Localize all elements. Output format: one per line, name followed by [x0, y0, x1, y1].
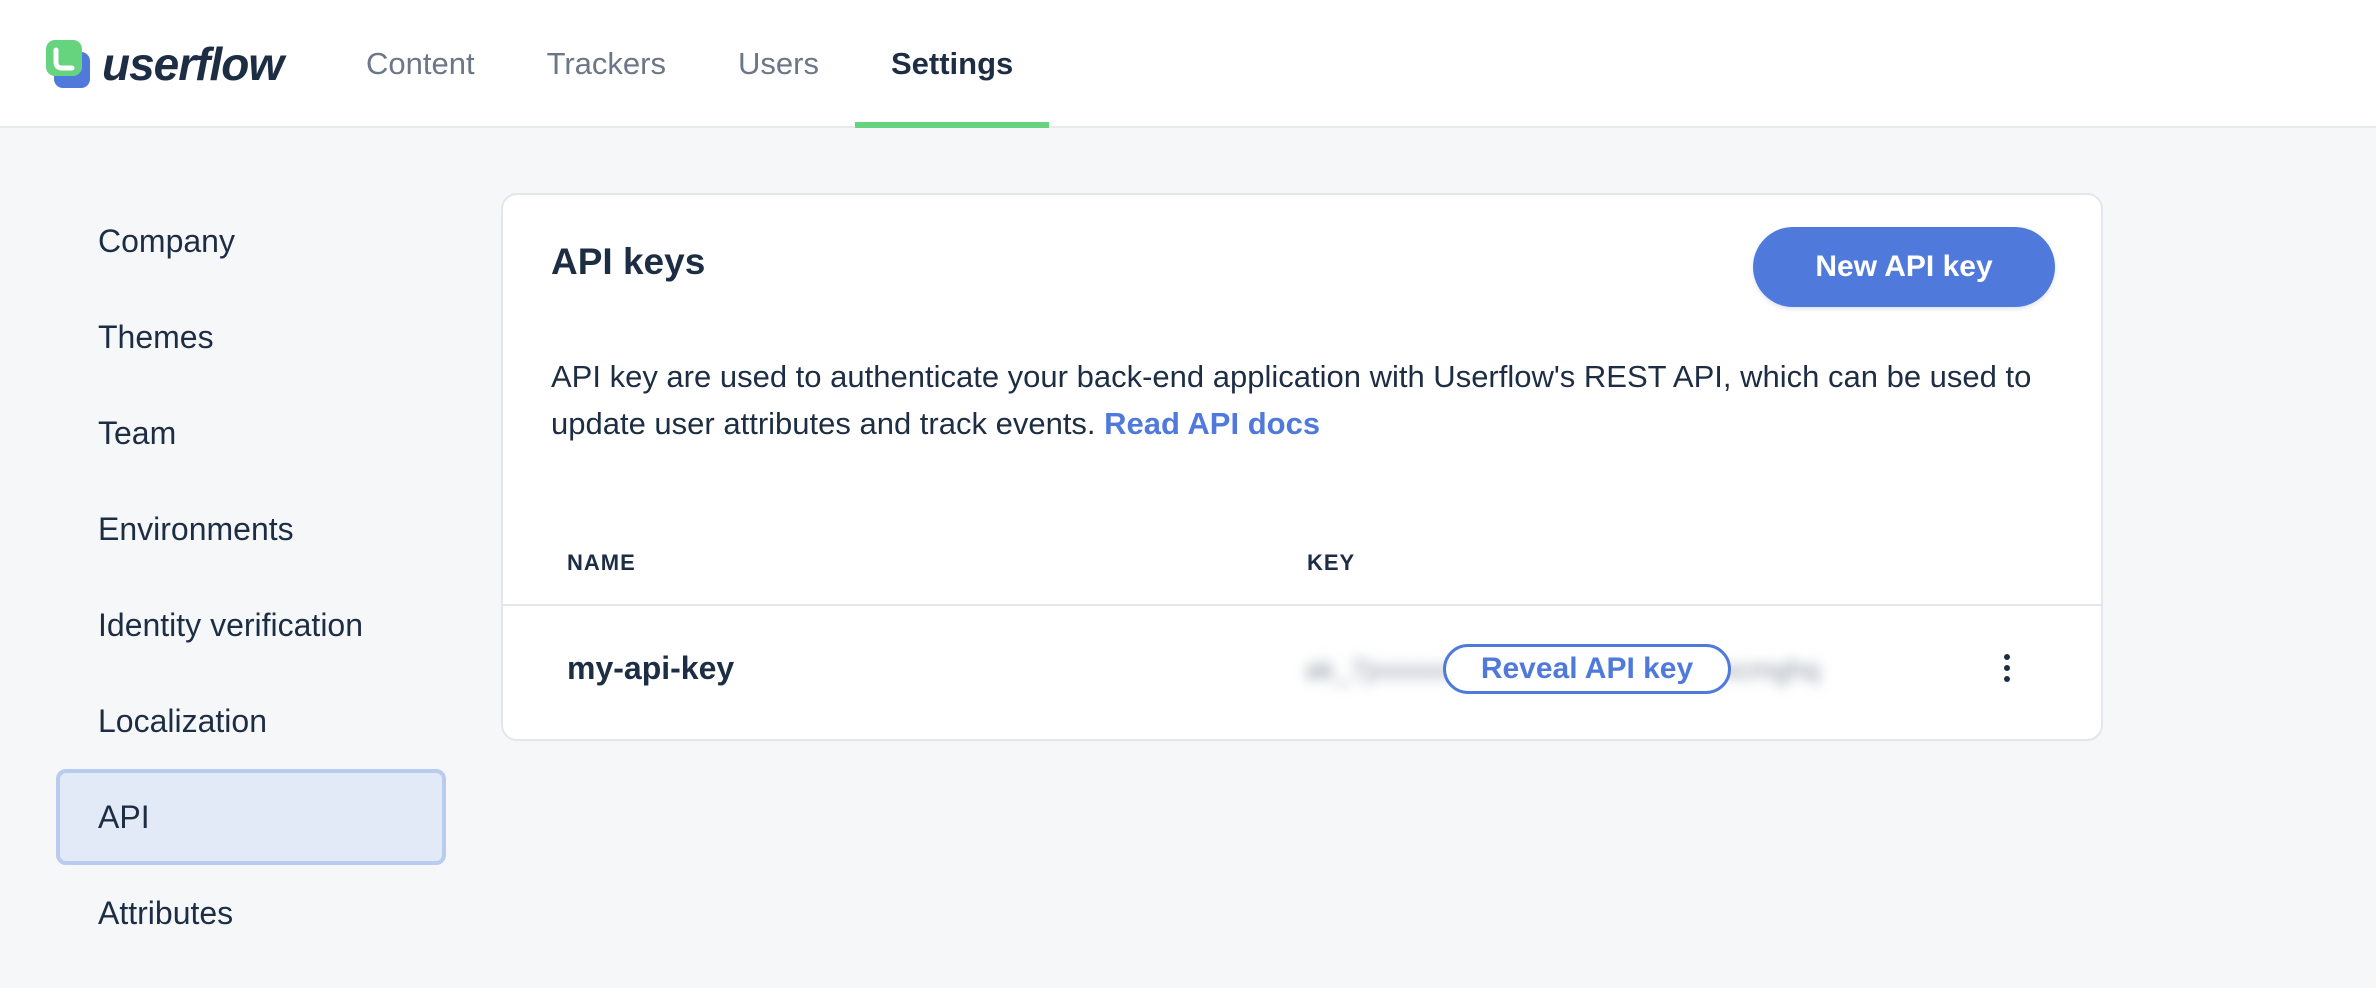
table-row: my-api-key ak_7jxxxxxxxxxxxxxxxxxxxxxxxx…	[503, 608, 2101, 741]
table-header: NAME KEY	[503, 550, 2101, 606]
card-title: API keys	[551, 241, 706, 282]
tab-settings[interactable]: Settings	[854, 0, 1050, 128]
column-header-key: KEY	[1307, 550, 1356, 575]
sidebar-item-themes[interactable]: Themes	[56, 289, 446, 385]
tab-content[interactable]: Content	[330, 0, 511, 128]
sidebar-item-environments[interactable]: Environments	[56, 481, 446, 577]
tab-trackers[interactable]: Trackers	[511, 0, 702, 128]
sidebar-item-localization[interactable]: Localization	[56, 673, 446, 769]
logo-text: userflow	[102, 38, 284, 90]
api-keys-card: API keys New API key API key are used to…	[501, 193, 2103, 741]
settings-sidebar: Company Themes Team Environments Identit…	[56, 193, 446, 961]
more-dot	[2004, 676, 2010, 682]
sidebar-item-attributes[interactable]: Attributes	[56, 865, 446, 961]
api-key-name: my-api-key	[567, 650, 735, 686]
tab-users[interactable]: Users	[702, 0, 855, 128]
more-dot	[2004, 665, 2010, 671]
reveal-api-key-button[interactable]: Reveal API key	[1443, 644, 1731, 694]
read-api-docs-link[interactable]: Read API docs	[1104, 406, 1320, 441]
new-api-key-button[interactable]: New API key	[1753, 227, 2055, 307]
column-header-name: NAME	[567, 550, 636, 575]
sidebar-item-identity-verification[interactable]: Identity verification	[56, 577, 446, 673]
main-nav: Content Trackers Users Settings	[330, 0, 1050, 128]
sidebar-item-team[interactable]: Team	[56, 385, 446, 481]
more-dot	[2004, 654, 2010, 660]
userflow-logo[interactable]: userflow	[44, 38, 284, 90]
userflow-logo-icon	[44, 38, 96, 90]
top-navigation-bar: userflow Content Trackers Users Settings	[0, 0, 2376, 128]
sidebar-item-api[interactable]: API	[56, 769, 446, 865]
more-vertical-icon[interactable]	[1997, 648, 2017, 688]
sidebar-item-company[interactable]: Company	[56, 193, 446, 289]
api-description: API key are used to authenticate your ba…	[551, 353, 2051, 447]
